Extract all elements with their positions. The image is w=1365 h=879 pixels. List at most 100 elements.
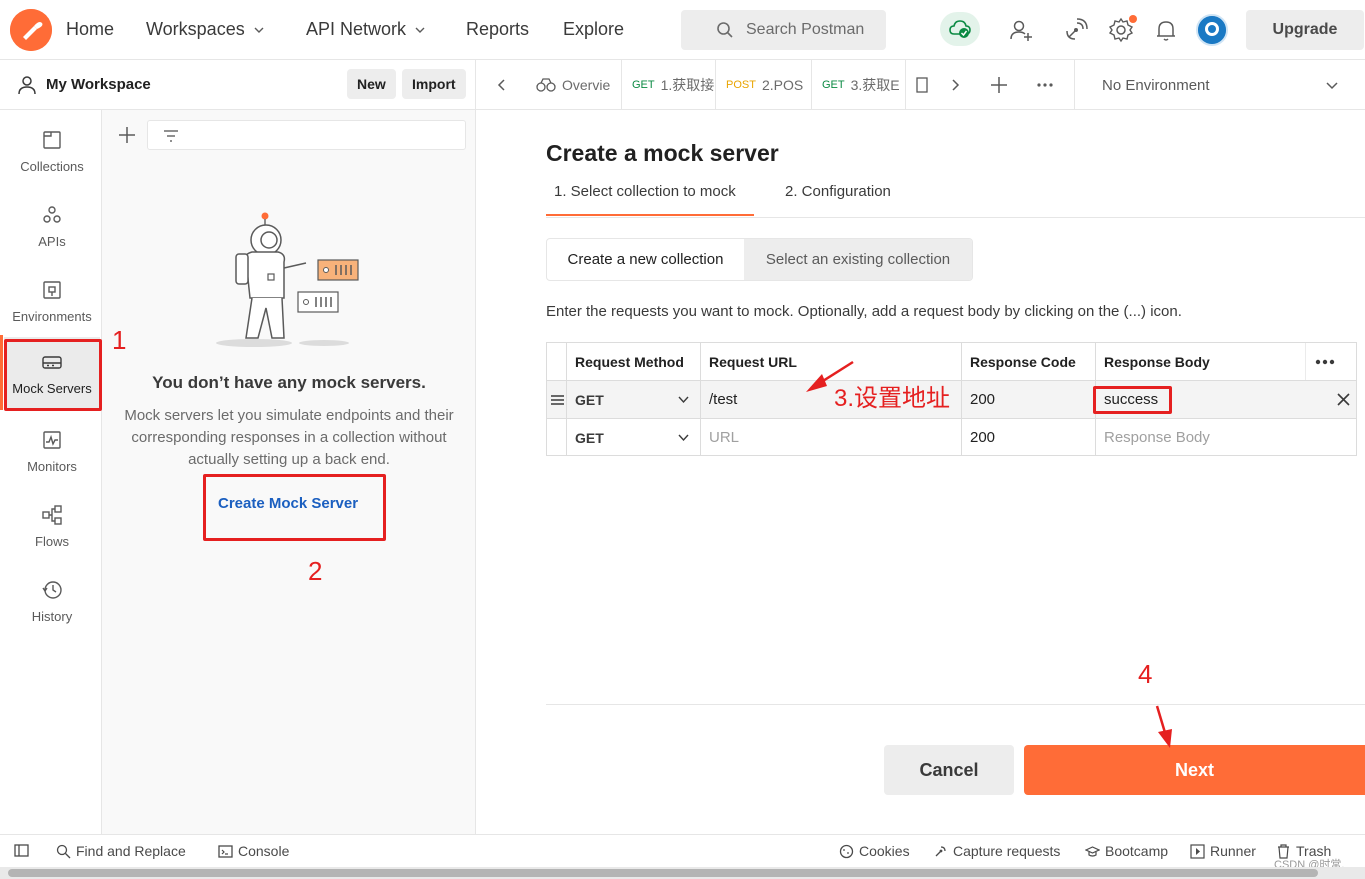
annotation-box-mock-servers xyxy=(4,339,102,411)
annotation-box-create-mock xyxy=(203,474,386,541)
create-new-collection-tab[interactable]: Create a new collection xyxy=(547,239,744,280)
search-placeholder: Search Postman xyxy=(746,21,865,38)
empty-state-title: You don’t have any mock servers. xyxy=(152,373,426,392)
sync-status-button[interactable] xyxy=(940,12,980,46)
collection-mode-toggle: Create a new collection Select an existi… xyxy=(546,238,973,281)
console-icon xyxy=(218,844,233,858)
drag-handle[interactable] xyxy=(547,381,567,418)
rail-item-flows[interactable]: Flows xyxy=(4,490,100,562)
nav-api-network[interactable]: API Network xyxy=(306,19,426,40)
console-button[interactable]: Console xyxy=(218,843,289,859)
column-header-code: Response Code xyxy=(962,343,1096,380)
drag-column-empty xyxy=(547,419,567,456)
table-more-button[interactable] xyxy=(1306,343,1356,380)
rail-item-collections[interactable]: Collections xyxy=(4,115,100,187)
more-options-icon[interactable] xyxy=(1036,76,1054,94)
table-row: GET URL 200 Response Body xyxy=(547,419,1356,457)
filter-input[interactable] xyxy=(147,120,466,150)
annotation-arrow-4 xyxy=(1155,705,1168,737)
more-options-icon xyxy=(1315,359,1335,364)
import-button[interactable]: Import xyxy=(402,69,466,99)
step-select-collection[interactable]: 1. Select collection to mock xyxy=(554,183,736,200)
horizontal-scrollbar[interactable] xyxy=(0,867,1365,879)
nav-reports[interactable]: Reports xyxy=(466,19,529,40)
response-code-input[interactable]: 200 xyxy=(962,419,1096,456)
select-existing-collection-tab[interactable]: Select an existing collection xyxy=(744,239,972,280)
cookie-icon xyxy=(839,844,854,858)
capture-requests-button[interactable]: Capture requests xyxy=(933,843,1060,859)
rail-item-environments[interactable]: Environments xyxy=(4,265,100,337)
notifications-bell-icon[interactable] xyxy=(1153,17,1179,43)
mock-servers-panel: You don’t have any mock servers. Mock se… xyxy=(102,110,476,834)
column-header-body: Response Body xyxy=(1096,343,1306,380)
chevron-right-icon[interactable] xyxy=(946,76,964,94)
search-input[interactable]: Search Postman xyxy=(681,10,886,50)
environment-selector[interactable]: No Environment xyxy=(1074,60,1365,109)
find-replace-button[interactable]: Find and Replace xyxy=(56,843,186,859)
rail-item-history[interactable]: History xyxy=(4,565,100,637)
drag-handle-icon xyxy=(551,394,564,405)
annotation-step-4: 4 xyxy=(1138,659,1153,689)
upgrade-button[interactable]: Upgrade xyxy=(1246,10,1364,50)
step-configuration[interactable]: 2. Configuration xyxy=(785,183,891,200)
new-button[interactable]: New xyxy=(347,69,396,99)
new-tab-plus-icon[interactable] xyxy=(990,76,1008,94)
document-icon xyxy=(916,77,928,93)
invite-user-icon[interactable] xyxy=(1008,17,1034,43)
method-select[interactable]: GET xyxy=(567,381,701,418)
cancel-button[interactable]: Cancel xyxy=(884,745,1014,795)
add-icon[interactable] xyxy=(117,125,137,145)
rail-item-monitors[interactable]: Monitors xyxy=(4,415,100,487)
nav-explore[interactable]: Explore xyxy=(563,19,624,40)
nav-home[interactable]: Home xyxy=(66,19,114,40)
close-icon xyxy=(1336,393,1350,406)
scrollbar-thumb[interactable] xyxy=(8,869,1318,877)
postman-logo[interactable] xyxy=(10,9,52,51)
chevron-down-icon xyxy=(254,27,264,33)
satellite-icon[interactable] xyxy=(1063,17,1089,43)
collections-icon xyxy=(43,130,61,149)
cookies-button[interactable]: Cookies xyxy=(839,843,910,859)
empty-state-description: Mock servers let you simulate endpoints … xyxy=(124,407,454,468)
runner-button[interactable]: Runner xyxy=(1190,843,1256,859)
tab-request-3[interactable]: GET 3.获取E xyxy=(812,60,906,109)
chevron-left-icon[interactable] xyxy=(493,76,511,94)
delete-row-button[interactable] xyxy=(1306,381,1356,418)
next-button[interactable]: Next xyxy=(1024,745,1365,795)
user-avatar[interactable] xyxy=(1196,14,1228,46)
chevron-down-icon xyxy=(1326,82,1338,90)
url-input[interactable]: URL xyxy=(701,419,962,456)
graduation-cap-icon xyxy=(1085,845,1100,857)
filter-icon xyxy=(164,130,178,142)
column-header-method: Request Method xyxy=(567,343,701,380)
table-header-row: Request Method Request URL Response Code… xyxy=(547,343,1356,381)
chevron-down-icon xyxy=(415,27,425,33)
requests-table: Request Method Request URL Response Code… xyxy=(546,342,1357,456)
history-icon xyxy=(42,580,62,599)
column-header-url: Request URL xyxy=(701,343,962,380)
settings-badge xyxy=(1129,15,1137,23)
annotation-step-3: 3.设置地址 xyxy=(834,385,951,412)
method-select[interactable]: GET xyxy=(567,419,701,456)
workspace-title[interactable]: My Workspace xyxy=(46,76,151,93)
step-active-underline xyxy=(546,214,754,216)
capture-icon xyxy=(935,845,946,856)
drag-column-header xyxy=(547,343,567,380)
stepper: 1. Select collection to mock 2. Configur… xyxy=(546,180,1365,218)
chevron-down-icon xyxy=(678,396,689,404)
user-icon xyxy=(18,76,36,95)
tab-request-2[interactable]: POST 2.POS xyxy=(716,60,812,109)
rail-item-apis[interactable]: APIs xyxy=(4,190,100,262)
toggle-sidebar-button[interactable] xyxy=(14,843,29,858)
response-code-input[interactable]: 200 xyxy=(962,381,1096,418)
nav-workspaces[interactable]: Workspaces xyxy=(146,19,265,40)
tab-overview[interactable]: Overvie xyxy=(526,60,622,109)
response-body-input[interactable]: Response Body xyxy=(1096,419,1306,456)
runner-icon xyxy=(1190,843,1205,859)
monitors-icon xyxy=(43,430,61,449)
table-row: GET /test 200 success xyxy=(547,381,1356,419)
annotation-box-response-body xyxy=(1093,386,1172,414)
tab-request-1[interactable]: GET 1.获取接 xyxy=(622,60,716,109)
tab-mock-partial[interactable] xyxy=(906,60,934,109)
bootcamp-button[interactable]: Bootcamp xyxy=(1085,843,1168,859)
